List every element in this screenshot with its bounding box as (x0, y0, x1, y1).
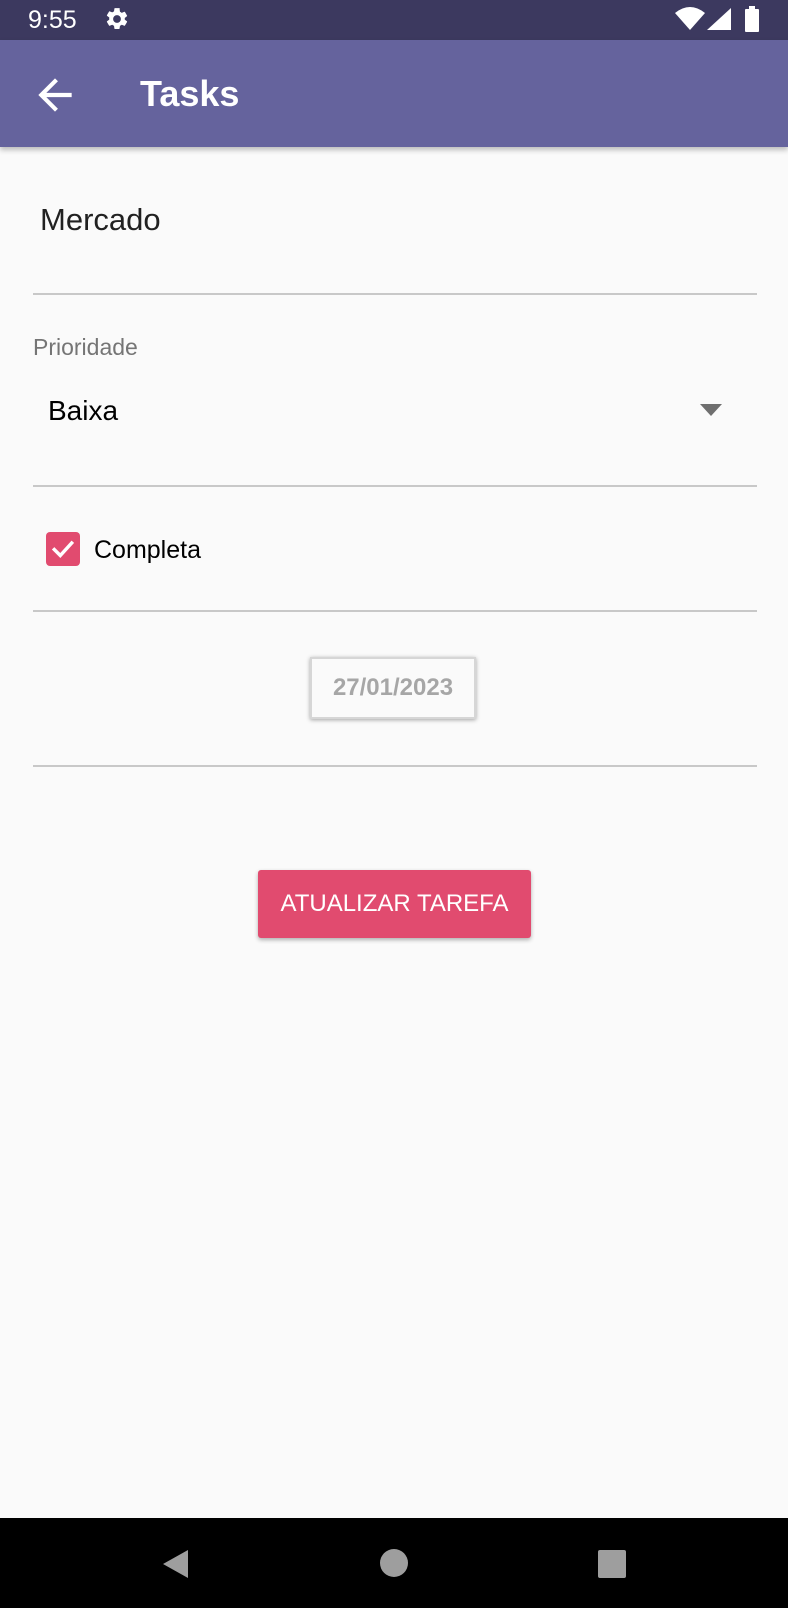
battery-icon (745, 6, 759, 32)
priority-value: Baixa (48, 395, 119, 426)
completed-label: Completa (94, 536, 201, 564)
nav-recents-icon[interactable] (598, 1550, 626, 1578)
priority-select[interactable]: Baixa (33, 382, 733, 442)
date-field[interactable]: 27/01/2023 (310, 657, 476, 719)
back-button[interactable] (30, 70, 80, 120)
signal-icon (707, 8, 731, 30)
nav-back-icon[interactable] (160, 1548, 190, 1580)
divider (33, 293, 757, 295)
arrow-left-icon (38, 78, 72, 112)
checkmark-icon (51, 540, 75, 559)
update-task-button[interactable]: ATUALIZAR TAREFA (258, 870, 531, 938)
dropdown-arrow-icon (700, 404, 722, 416)
nav-home-icon[interactable] (380, 1549, 408, 1577)
completed-checkbox[interactable] (46, 532, 80, 566)
navigation-bar (0, 1518, 788, 1608)
status-time: 9:55 (28, 6, 77, 34)
divider (33, 610, 757, 612)
page-title: Tasks (140, 73, 240, 114)
divider (33, 765, 757, 767)
status-bar: 9:55 (0, 0, 788, 40)
wifi-icon (675, 7, 705, 30)
date-value: 27/01/2023 (332, 674, 454, 701)
task-name-input[interactable]: Mercado (40, 200, 161, 240)
app-bar: Tasks (0, 40, 788, 147)
completed-checkbox-row[interactable]: Completa (44, 530, 344, 570)
priority-label: Prioridade (33, 334, 138, 360)
divider (33, 485, 757, 487)
gear-icon (106, 8, 128, 29)
